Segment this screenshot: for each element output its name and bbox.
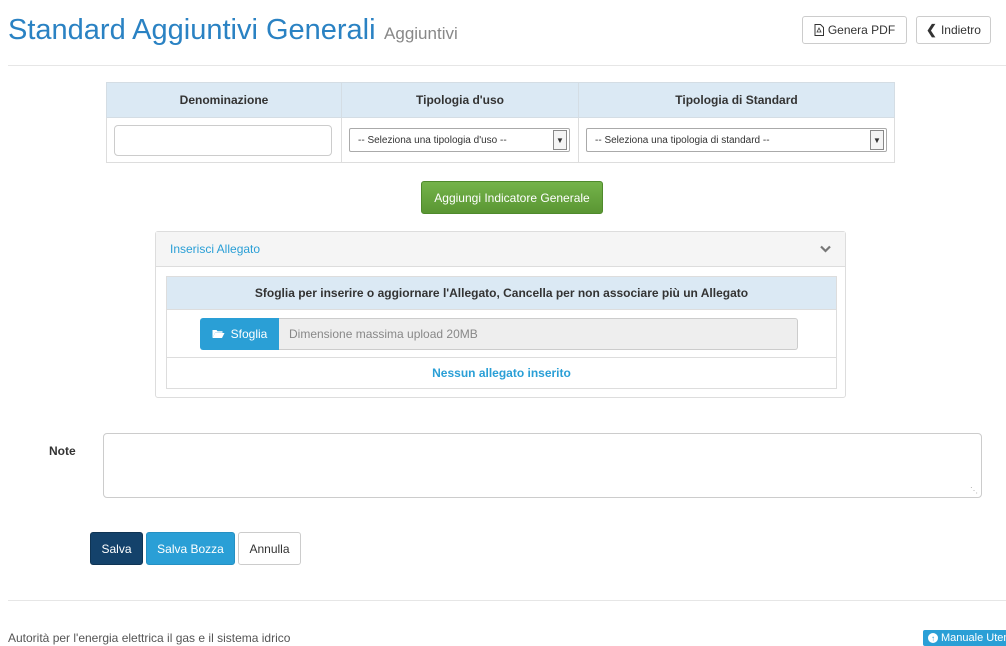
folder-open-icon [212,330,225,338]
page-subtitle: Aggiuntivi [384,24,458,43]
header-divider [8,65,1006,66]
resize-handle-icon[interactable]: ⋱ [970,486,978,495]
footer-divider [8,600,1006,601]
tipologia-standard-select[interactable]: -- Seleziona una tipologia di standard -… [586,128,887,152]
attachment-panel: Inserisci Allegato Sfoglia per inserire … [155,231,846,398]
user-manual-link[interactable]: ↑ Manuale Utente [923,630,1006,646]
dropdown-arrow-icon: ▼ [870,130,884,150]
file-upload-field[interactable]: Dimensione massima upload 20MB [279,318,798,350]
footer-org-name: Autorità per l'energia elettrica il gas … [8,631,291,645]
attachment-table: Sfoglia per inserire o aggiornare l'Alle… [166,276,837,389]
chevron-down-icon[interactable] [820,242,831,256]
tipologia-uso-select[interactable]: -- Seleziona una tipologia d'uso -- ▼ [349,128,570,152]
browse-label: Sfoglia [230,327,268,341]
dropdown-arrow-icon: ▼ [553,130,567,150]
generate-pdf-button[interactable]: Genera PDF [802,16,907,44]
no-attachment-message: Nessun allegato inserito [432,366,571,380]
page-title: Standard Aggiuntivi Generali [8,14,376,46]
user-manual-label: Manuale Utente [941,632,1006,644]
cancel-button[interactable]: Annulla [238,532,301,565]
chevron-left-icon: ❮ [926,22,937,37]
column-header-tipologia-standard: Tipologia di Standard [578,82,895,118]
browse-button[interactable]: Sfoglia [200,318,279,350]
indicator-table: Denominazione Tipologia d'uso Tipologia … [106,82,895,163]
attachment-instructions: Sfoglia per inserire o aggiornare l'Alle… [167,277,836,310]
tipologia-standard-selected: -- Seleziona una tipologia di standard -… [595,134,770,146]
back-button[interactable]: ❮ Indietro [916,16,991,44]
back-label: Indietro [940,23,981,37]
pdf-file-icon [814,24,824,36]
note-textarea[interactable]: ⋱ [103,433,982,498]
add-indicator-button[interactable]: Aggiungi Indicatore Generale [421,181,603,214]
upload-row: Sfoglia Dimensione massima upload 20MB [167,310,836,358]
tipologia-uso-selected: -- Seleziona una tipologia d'uso -- [358,134,507,146]
save-button[interactable]: Salva [90,532,143,565]
column-header-tipologia-uso: Tipologia d'uso [341,82,579,118]
attachment-panel-title: Inserisci Allegato [170,242,261,256]
save-draft-button[interactable]: Salva Bozza [146,532,235,565]
denominazione-input[interactable] [114,124,332,156]
denominazione-cell [106,117,342,163]
note-label: Note [49,444,76,458]
generate-pdf-label: Genera PDF [827,23,896,37]
attachment-panel-header[interactable]: Inserisci Allegato [156,232,845,267]
circle-arrow-icon: ↑ [928,633,938,643]
tipologia-uso-cell: -- Seleziona una tipologia d'uso -- ▼ [341,117,579,163]
tipologia-standard-cell: -- Seleziona una tipologia di standard -… [578,117,895,163]
column-header-denominazione: Denominazione [106,82,342,118]
